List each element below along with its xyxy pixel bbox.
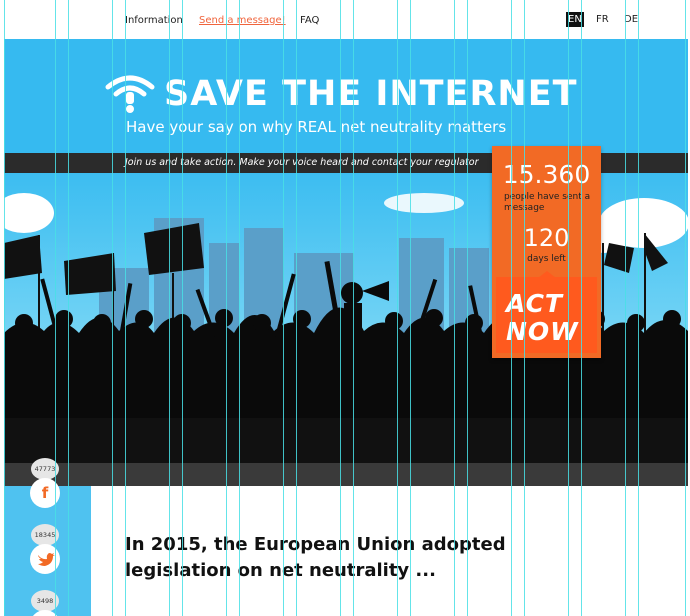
messages-count: 15.360	[502, 160, 591, 189]
share-icon	[30, 610, 60, 616]
twitter-share: 18345	[30, 524, 60, 574]
svg-text:f: f	[42, 484, 49, 502]
hero-banner: SAVE THE INTERNET Have your say on why R…	[4, 39, 688, 486]
language-de-button[interactable]: DE	[622, 12, 640, 27]
act-now-notch	[538, 271, 556, 278]
top-navigation-bar: Information Send a message! FAQ EN FR DE	[0, 0, 690, 39]
hero-title: SAVE THE INTERNET	[164, 74, 578, 114]
days-left-label: days left	[527, 254, 566, 264]
language-fr-button[interactable]: FR	[594, 12, 611, 27]
language-en-button[interactable]: EN	[566, 12, 584, 27]
nav-faq-link[interactable]: FAQ	[300, 15, 319, 26]
generic-share-count: 3498	[31, 590, 59, 612]
twitter-icon	[38, 553, 55, 566]
facebook-share: 47773 f	[30, 458, 60, 508]
nav-information-link[interactable]: Information	[125, 15, 183, 26]
signature-counter-card: 15.360 people have sent a message 120 da…	[492, 146, 601, 358]
facebook-share-count: 47773	[31, 458, 59, 480]
page: Information Send a message! FAQ EN FR DE…	[0, 0, 690, 616]
nav-send-message-link[interactable]: Send a message!	[199, 15, 286, 26]
hero-subtitle: Have your say on why REAL net neutrality…	[126, 118, 507, 136]
days-left-count: 120	[523, 224, 570, 252]
facebook-icon: f	[42, 484, 49, 502]
twitter-share-count: 18345	[31, 524, 59, 546]
main-content: In 2015, the European Union adopted legi…	[91, 486, 600, 616]
act-now-button[interactable]: ACT NOW	[496, 271, 597, 353]
share-sidebar: 47773 f 18345 3498	[4, 458, 91, 616]
messages-count-label: people have sent a message	[504, 192, 591, 213]
generic-share: 3498	[30, 590, 60, 616]
twitter-share-button[interactable]	[30, 544, 60, 574]
facebook-share-button[interactable]: f	[30, 478, 60, 508]
act-now-line-1: ACT	[506, 289, 563, 318]
wifi-exclamation-icon	[105, 75, 155, 113]
article-headline: In 2015, the European Union adopted legi…	[125, 534, 506, 581]
generic-share-button[interactable]	[30, 610, 60, 616]
act-now-line-2: NOW	[506, 317, 579, 346]
strip-text: Join us and take action. Make your voice…	[125, 157, 479, 168]
